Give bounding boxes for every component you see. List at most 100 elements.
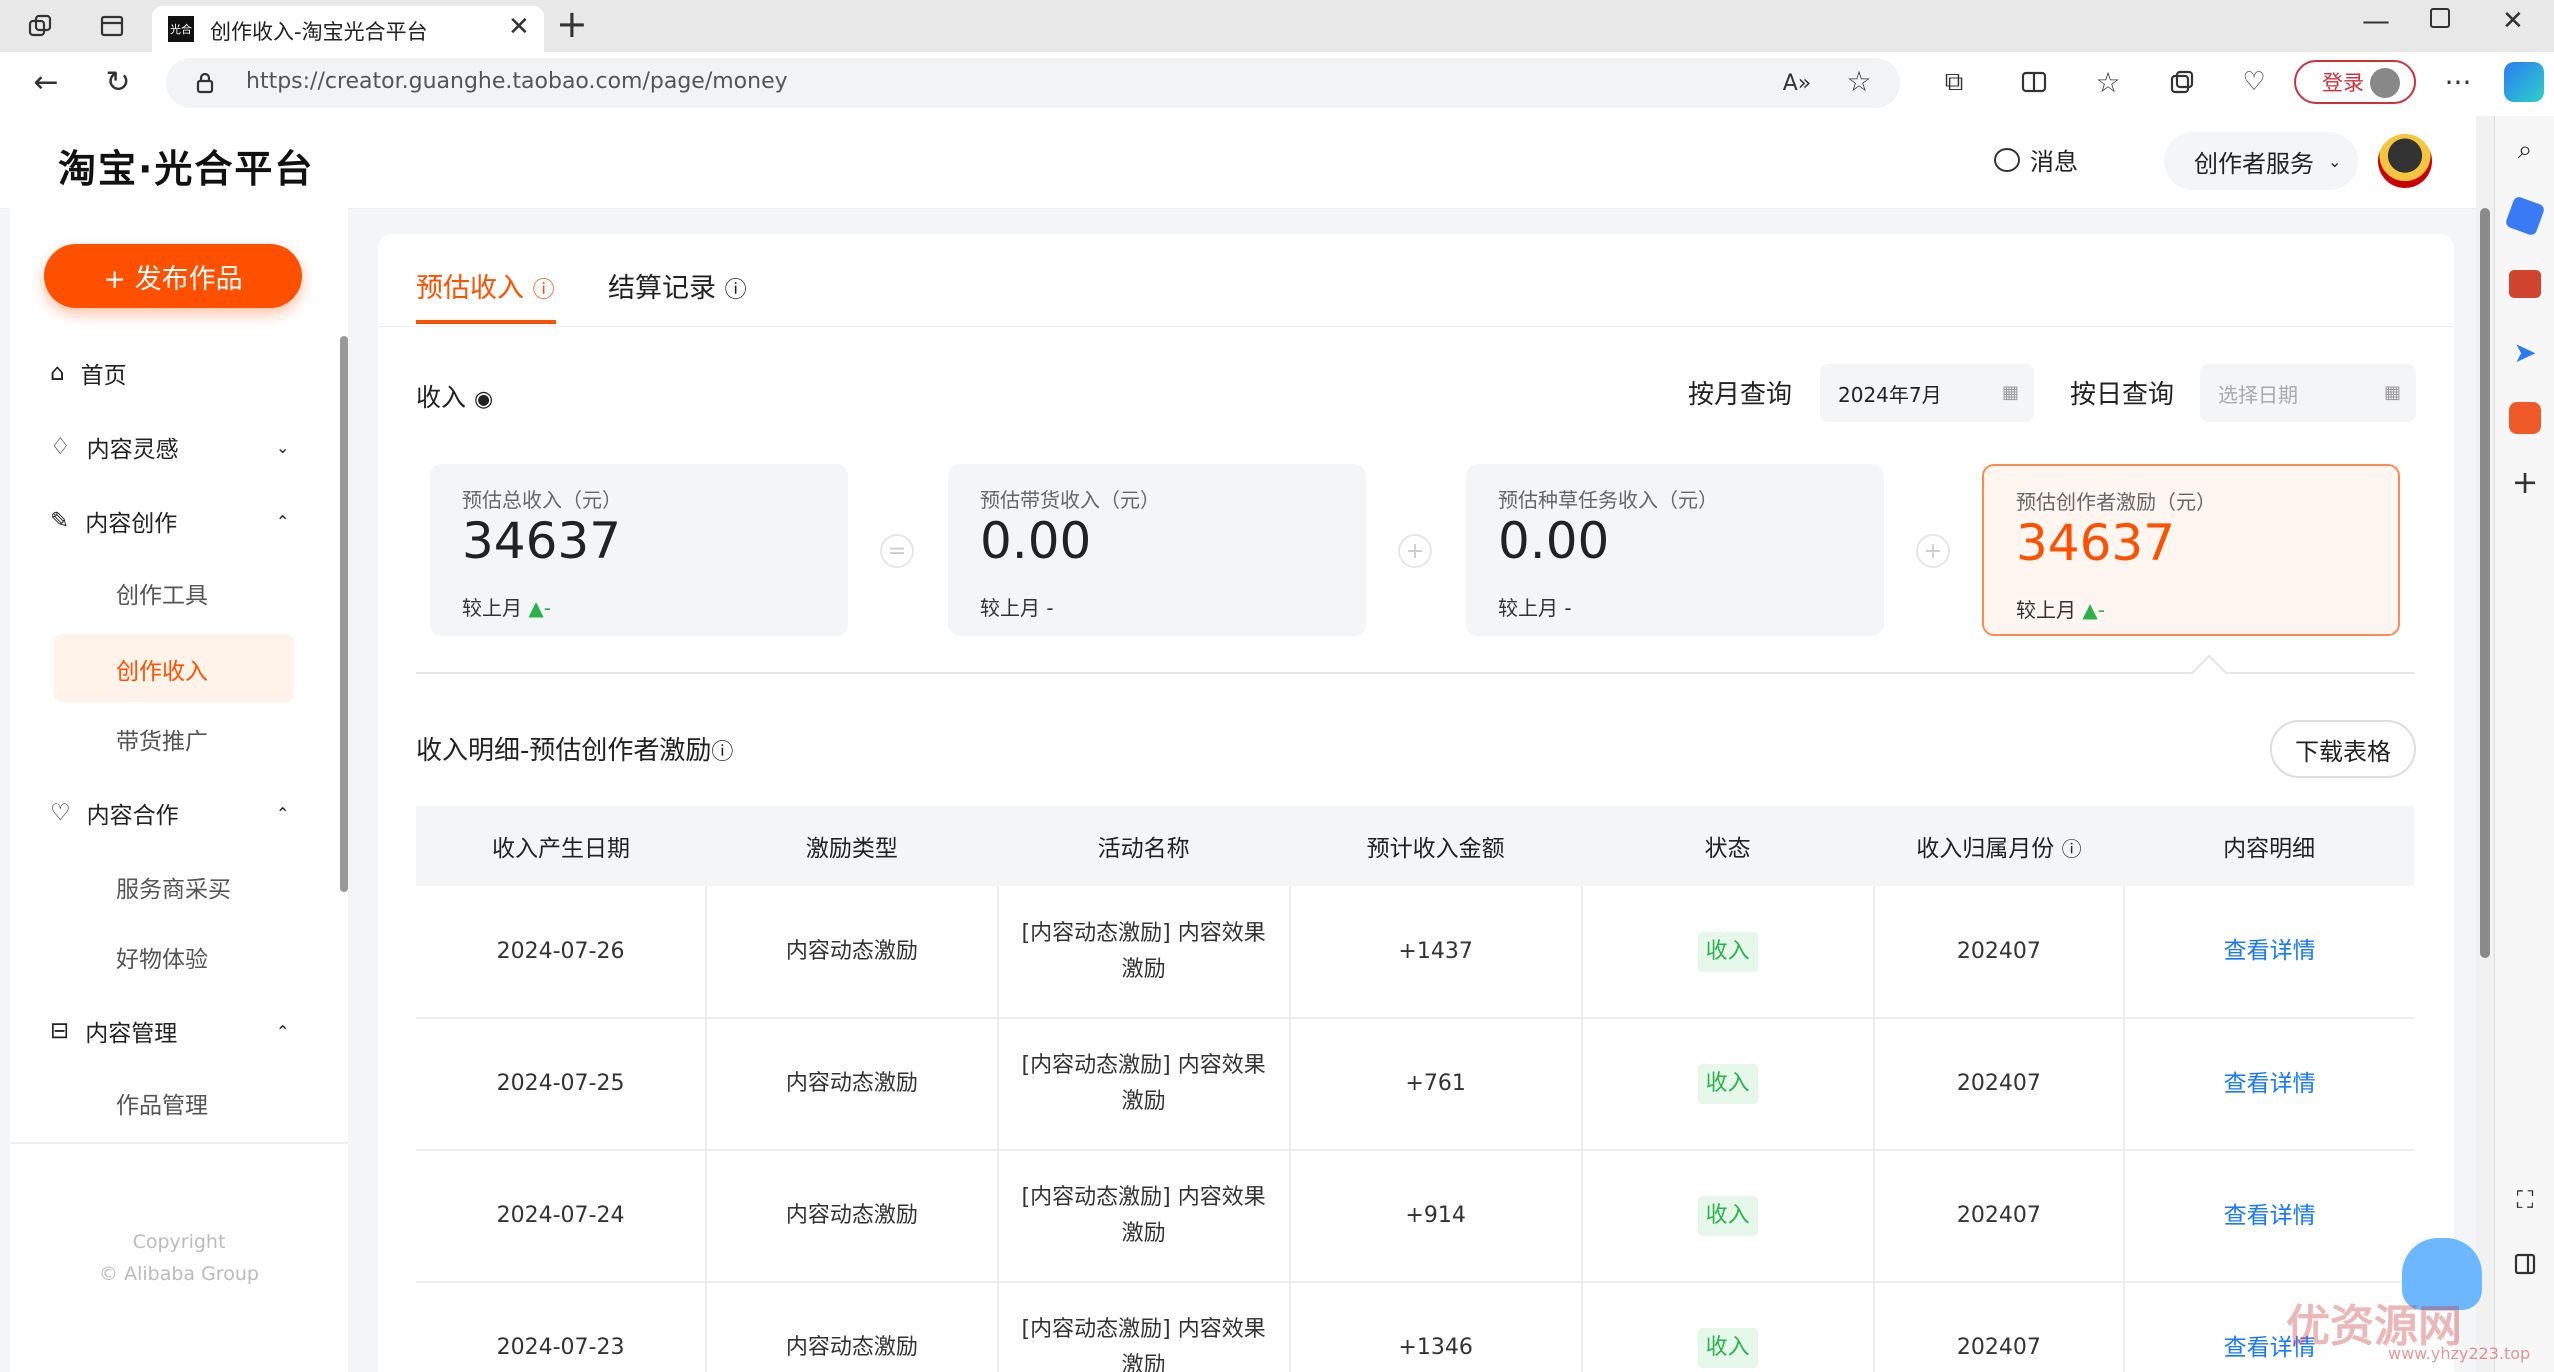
nav-promotion[interactable]: 带货推广 [116,722,208,756]
tools-icon[interactable] [2509,270,2541,298]
nav-label: 创作收入 [116,659,208,685]
sidenav-scrollbar[interactable] [340,336,348,892]
nav-product-trial[interactable]: 好物体验 [116,940,208,974]
creator-service-dropdown[interactable]: 创作者服务 ⌄ [2164,132,2358,190]
url-text[interactable]: https://creator.guanghe.taobao.com/page/… [246,69,788,94]
read-aloud-icon[interactable]: A» [1780,66,1814,100]
workspaces-icon[interactable] [22,8,58,44]
tab-label: 预估收入 [416,273,524,304]
nav-creation[interactable]: ✎ 内容创作 ⌃ [50,504,289,538]
watermark-url: www.yhzy223.top [2388,1344,2531,1363]
cell-month: 202407 [1873,1282,2126,1372]
scrollbar-thumb[interactable] [2480,208,2490,958]
split-screen-icon[interactable] [2016,64,2052,100]
copyright-line: Copyright [132,1231,226,1253]
refresh-icon[interactable]: ↻ [100,64,136,100]
messages-button[interactable]: 消息 [1994,142,2078,177]
more-menu-icon[interactable]: ··· [2440,64,2476,100]
site-logo[interactable]: 淘宝·光合平台 [58,138,314,193]
kpi-trend: ▲- [528,596,551,620]
nav-creation-tools[interactable]: 创作工具 [116,576,208,610]
kpi-title: 预估创作者激励（元） [2016,490,2216,514]
favorites-icon[interactable]: ☆ [2090,64,2126,100]
collections-icon[interactable] [2164,64,2200,100]
nav-home[interactable]: ⌂ 首页 [50,356,127,390]
nav-content-management[interactable]: ⊟ 内容管理 ⌃ [50,1014,289,1048]
status-badge: 收入 [1697,931,1758,972]
view-details-link[interactable]: 查看详情 [2224,1203,2316,1229]
nav-works-management[interactable]: 作品管理 [116,1086,208,1120]
extensions-icon[interactable]: ⧉ [1936,64,1972,100]
minimize-icon[interactable]: — [2362,4,2390,37]
maximize-icon[interactable] [2430,8,2450,28]
kpi-compare: 较上月 ▲- [462,592,551,621]
kpi-divider [416,672,2414,674]
cell-detail: 查看详情 [2124,1150,2414,1283]
tab-settlement-records[interactable]: 结算记录 ⓘ [608,266,747,305]
copilot-icon[interactable] [2504,62,2544,102]
site-header: 淘宝·光合平台 消息 创作者服务 ⌄ [0,116,2476,209]
browser-essentials-icon[interactable]: ♡ [2236,64,2272,100]
kpi-value: 0.00 [1498,512,1610,570]
search-icon[interactable]: ⌕ [2509,134,2541,166]
cell-amount: +1437 [1289,886,1583,1019]
cell-date: 2024-07-23 [416,1282,708,1372]
kpi-trend: - [1564,596,1572,620]
favorite-star-icon[interactable]: ☆ [1842,64,1876,98]
kpi-creator-incentive[interactable]: 预估创作者激励（元） 34637 较上月 ▲- [1982,464,2400,636]
col-amount: 预计收入金额 [1289,806,1582,886]
view-details-link[interactable]: 查看详情 [2224,1071,2316,1097]
col-activity: 活动名称 [997,806,1290,886]
nav-label: 内容合作 [86,803,179,829]
nav-service-purchase[interactable]: 服务商采买 [116,870,231,904]
nav-cooperation[interactable]: ♡ 内容合作 ⌃ [50,796,289,830]
kpi-compare: 较上月 - [1498,592,1572,621]
kpi-title: 预估总收入（元） [462,488,622,512]
close-tab-icon[interactable]: ✕ [508,12,530,42]
avatar[interactable] [2378,134,2432,188]
kpi-trend: - [1046,596,1054,620]
cell-date: 2024-07-25 [416,1018,708,1151]
day-picker[interactable]: 选择日期 ▦ [2200,364,2416,422]
nav-creation-income[interactable]: 创作收入 [116,652,208,686]
login-button[interactable]: 登录 [2294,60,2416,104]
page-scrollbar[interactable] [2476,116,2494,1372]
address-bar[interactable]: https://creator.guanghe.taobao.com/page/… [166,58,1900,108]
close-window-icon[interactable]: ✕ [2502,6,2524,36]
kpi-compare-label: 较上月 [462,596,522,620]
help-icon: ⓘ [532,278,555,303]
new-tab-icon[interactable]: + [556,2,588,46]
add-sidebar-app-icon[interactable]: + [2509,463,2541,501]
nav-inspiration[interactable]: ♢ 内容灵感 ⌄ [50,430,289,464]
publish-button[interactable]: + 发布作品 [44,244,302,308]
folder-icon: ⊟ [50,1018,70,1044]
page: 淘宝·光合平台 消息 创作者服务 ⌄ + 发布作品 ⌂ 首页 ♢ 内容灵感 ⌄ ✎ 内容… [0,116,2476,1372]
eye-icon[interactable]: ◉ [474,387,493,412]
month-picker[interactable]: 2024年7月 ▦ [1820,364,2034,422]
cell-month: 202407 [1873,886,2126,1019]
kpi-total-income: 预估总收入（元） 34637 较上月 ▲- [430,464,848,636]
equals-operator: = [880,534,914,568]
nav-label: 服务商采买 [116,877,231,903]
tab-estimated-income[interactable]: 预估收入 ⓘ [416,266,555,305]
tab-actions-icon[interactable] [94,8,130,44]
office-icon[interactable] [2509,402,2541,434]
back-icon[interactable]: ← [28,64,64,100]
chevron-up-icon: ⌃ [276,1021,290,1041]
screenshot-icon[interactable]: ⛶ [2509,1184,2541,1216]
download-table-button[interactable]: 下载表格 [2270,720,2416,778]
shopping-tag-icon[interactable] [2504,195,2546,237]
cell-amount: +1346 [1289,1282,1583,1372]
table-row: 2024-07-23 内容动态激励 [内容动态激励] 内容效果激励 +1346 … [416,1282,2414,1372]
send-icon[interactable]: ➤ [2509,336,2541,369]
kpi-title: 预估带货收入（元） [980,488,1160,512]
view-details-link[interactable]: 查看详情 [2224,938,2316,964]
nav-label: 内容灵感 [86,437,179,463]
sidebar-toggle-icon[interactable] [2509,1248,2541,1280]
edge-sidebar: ⌕ ➤ + ⛶ [2494,116,2554,1372]
col-detail: 内容明细 [2124,806,2414,886]
browser-tab-active[interactable]: 光合 创作收入-淘宝光合平台 ✕ [152,6,544,52]
lock-icon[interactable] [190,68,220,98]
creator-service-label: 创作者服务 [2194,149,2314,178]
cell-detail: 查看详情 [2124,886,2414,1019]
